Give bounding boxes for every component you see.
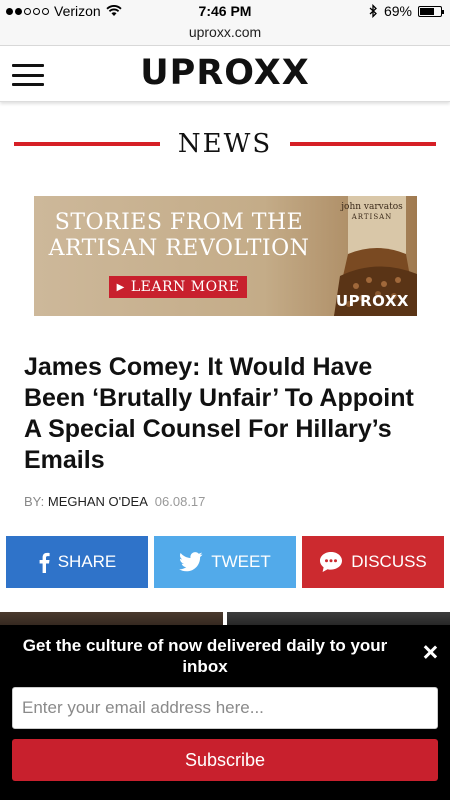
subscribe-button[interactable]: Subscribe [12,739,438,781]
browser-url: uproxx.com [188,24,262,40]
ad-brand-name: john varvatos [341,202,403,212]
byline-prefix: BY: [24,494,45,509]
author-link[interactable]: MEGHAN O'DEA [48,494,147,509]
share-buttons: SHARE TWEET DISCUSS [6,536,444,588]
battery-level [420,7,434,15]
newsletter-signup-bar: Get the culture of now delivered daily t… [0,625,450,800]
comment-bubble-icon [320,552,343,572]
discuss-button[interactable]: DISCUSS [302,536,444,588]
bluetooth-icon [369,4,377,18]
close-icon[interactable] [422,644,438,660]
play-arrow-icon: ▶ [116,281,125,293]
ad-cta-label: LEARN MORE [130,279,240,295]
twitter-icon [179,552,203,572]
byline: BY: MEGHAN O'DEA 06.08.17 [24,494,205,509]
twitter-tweet-label: TWEET [211,552,271,571]
ad-uproxx-logo: UPROXX [335,292,409,310]
browser-url-bar[interactable]: uproxx.com [0,24,450,46]
ad-banner[interactable]: STORIES FROM THE ARTISAN REVOLTION ▶ LEA… [34,196,417,316]
newsletter-prompt: Get the culture of now delivered daily t… [22,636,388,676]
email-input[interactable] [12,687,438,729]
hamburger-menu-icon[interactable] [12,64,44,86]
publish-date: 06.08.17 [154,494,206,509]
site-header: UPROXX [0,46,450,102]
heading-rule-left [14,142,160,146]
ad-headline-line2: ARTISAN REVOLTION [48,236,310,261]
article-headline[interactable]: James Comey: It Would Have Been ‘Brutall… [24,352,434,476]
ad-brand-sub: ARTISAN [351,213,393,221]
battery-percent: 69% [383,3,412,19]
ad-brand: john varvatos ARTISAN [332,202,412,222]
heading-rule-right [290,142,437,146]
facebook-share-button[interactable]: SHARE [6,536,148,588]
section-title: NEWS [177,129,273,159]
facebook-icon [39,552,50,573]
twitter-tweet-button[interactable]: TWEET [154,536,296,588]
section-heading: NEWS [14,128,437,160]
ad-headline: STORIES FROM THE ARTISAN REVOLTION [34,210,324,262]
discuss-label: DISCUSS [351,552,427,571]
battery-icon [418,5,444,17]
status-right: 69% [369,3,444,19]
status-bar: Verizon 7:46 PM 69% [0,0,450,24]
facebook-share-label: SHARE [57,552,117,571]
site-logo[interactable]: UPROXX [0,53,450,93]
ad-learn-more-button[interactable]: ▶ LEARN MORE [109,276,247,298]
ad-headline-line1: STORIES FROM THE [54,210,304,235]
